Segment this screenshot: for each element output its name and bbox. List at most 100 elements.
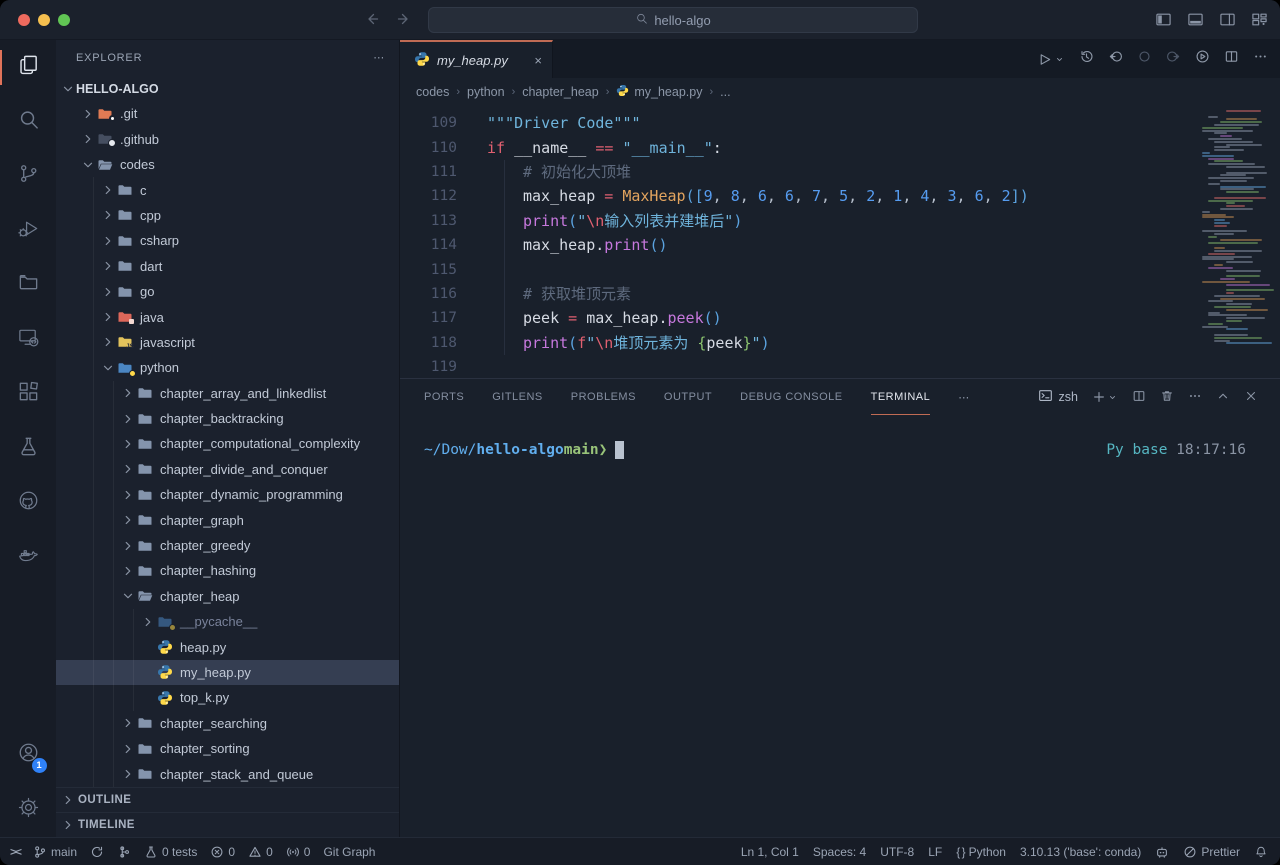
layout-customize-icon[interactable] bbox=[1251, 11, 1268, 33]
layout-panel-icon[interactable] bbox=[1187, 11, 1204, 33]
tree-item-chapter_sorting[interactable]: chapter_sorting bbox=[56, 736, 399, 761]
status-item-prettier[interactable]: Prettier bbox=[1183, 845, 1240, 859]
split-icon[interactable] bbox=[1224, 49, 1239, 69]
activity-remote-explorer[interactable] bbox=[0, 313, 56, 368]
activity-settings[interactable] bbox=[0, 783, 56, 838]
status-item-tests[interactable]: 0 tests bbox=[144, 845, 197, 859]
code-editor[interactable]: 109"""Driver Code"""110if __name__ == "_… bbox=[400, 106, 1280, 378]
activity-run-debug[interactable] bbox=[0, 204, 56, 259]
terminal-instance[interactable]: zsh bbox=[1038, 388, 1078, 406]
activity-explorer[interactable] bbox=[0, 40, 56, 95]
status-item-copilot[interactable] bbox=[1155, 845, 1169, 859]
status-item-errors[interactable]: 0 bbox=[210, 845, 235, 859]
close-tab-icon[interactable]: × bbox=[534, 53, 542, 68]
status-item-remote[interactable]: >< bbox=[10, 845, 20, 859]
status-item-python-interpreter[interactable]: 3.10.13 ('base': conda) bbox=[1020, 845, 1141, 859]
tree-item-c[interactable]: c bbox=[56, 177, 399, 202]
maximize-panel-button[interactable] bbox=[1216, 389, 1230, 406]
tree-item-__pycache__[interactable]: __pycache__ bbox=[56, 609, 399, 634]
terminal[interactable]: ~/Dow/hello-algo main ❯Py base 18:17:16 bbox=[400, 415, 1280, 837]
tree-item-dart[interactable]: dart bbox=[56, 254, 399, 279]
forward-icon[interactable] bbox=[396, 11, 412, 32]
tree-item-chapter_searching[interactable]: chapter_searching bbox=[56, 711, 399, 736]
activity-github[interactable] bbox=[0, 476, 56, 531]
tree-item-csharp[interactable]: csharp bbox=[56, 228, 399, 253]
back-icon[interactable] bbox=[364, 11, 380, 32]
panel-more-tabs-button[interactable]: ⋯ bbox=[958, 391, 970, 404]
breadcrumb-item[interactable]: chapter_heap bbox=[522, 85, 598, 99]
tree-item-chapter_hashing[interactable]: chapter_hashing bbox=[56, 558, 399, 583]
sidebar-section-timeline[interactable]: TIMELINE bbox=[56, 812, 399, 837]
status-item-sync[interactable] bbox=[90, 845, 104, 859]
status-item-notifications[interactable] bbox=[1254, 845, 1268, 859]
explorer-more-actions-button[interactable]: ⋯ bbox=[373, 51, 385, 64]
history-icon[interactable] bbox=[1079, 49, 1094, 69]
tree-item-chapter_heap[interactable]: chapter_heap bbox=[56, 584, 399, 609]
tree-item-.git[interactable]: .git bbox=[56, 101, 399, 126]
tree-item-chapter_computational_complexity[interactable]: chapter_computational_complexity bbox=[56, 431, 399, 456]
breadcrumb-item[interactable]: codes bbox=[416, 85, 449, 99]
status-item-language-mode[interactable]: { }Python bbox=[956, 845, 1006, 859]
breadcrumb-item[interactable]: python bbox=[467, 85, 505, 99]
activity-testing[interactable] bbox=[0, 422, 56, 477]
tree-item-chapter_dynamic_programming[interactable]: chapter_dynamic_programming bbox=[56, 482, 399, 507]
tree-item-chapter_graph[interactable]: chapter_graph bbox=[56, 507, 399, 532]
status-item-encoding[interactable]: UTF-8 bbox=[880, 845, 914, 859]
circle-right-icon[interactable] bbox=[1166, 49, 1181, 69]
minimize-window-button[interactable] bbox=[38, 14, 50, 26]
tree-item-javascript[interactable]: JSjavascript bbox=[56, 330, 399, 355]
status-item-git-graph-view[interactable] bbox=[117, 845, 131, 859]
panel-tab-terminal[interactable]: TERMINAL bbox=[871, 379, 931, 415]
command-center-search[interactable]: hello-algo bbox=[428, 7, 918, 33]
circle-left-icon[interactable] bbox=[1108, 49, 1123, 69]
tree-item-chapter_backtracking[interactable]: chapter_backtracking bbox=[56, 406, 399, 431]
tree-item-top_k.py[interactable]: top_k.py bbox=[56, 685, 399, 710]
activity-search[interactable] bbox=[0, 95, 56, 150]
breadcrumb-item[interactable]: ... bbox=[720, 85, 730, 99]
ellipsis-icon[interactable] bbox=[1253, 49, 1268, 69]
close-window-button[interactable] bbox=[18, 14, 30, 26]
status-item-eol[interactable]: LF bbox=[928, 845, 942, 859]
tree-item-HELLO-ALGO[interactable]: HELLO-ALGO bbox=[56, 76, 399, 101]
layout-sidebar-right-icon[interactable] bbox=[1219, 11, 1236, 33]
tree-item-.github[interactable]: .github bbox=[56, 127, 399, 152]
status-item-cursor-position[interactable]: Ln 1, Col 1 bbox=[741, 845, 799, 859]
activity-docker[interactable] bbox=[0, 531, 56, 586]
panel-more-actions-button[interactable] bbox=[1188, 389, 1202, 406]
panel-tab-problems[interactable]: PROBLEMS bbox=[571, 379, 636, 415]
activity-source-control[interactable] bbox=[0, 149, 56, 204]
status-item-warnings[interactable]: 0 bbox=[248, 845, 273, 859]
layout-sidebar-left-icon[interactable] bbox=[1155, 11, 1172, 33]
panel-tab-ports[interactable]: PORTS bbox=[424, 379, 464, 415]
split-terminal-button[interactable] bbox=[1132, 389, 1146, 406]
status-item-feed[interactable]: 0 bbox=[286, 845, 311, 859]
tree-item-python[interactable]: python bbox=[56, 355, 399, 380]
zoom-window-button[interactable] bbox=[58, 14, 70, 26]
tree-item-chapter_array_and_linkedlist[interactable]: chapter_array_and_linkedlist bbox=[56, 381, 399, 406]
tree-item-chapter_stack_and_queue[interactable]: chapter_stack_and_queue bbox=[56, 761, 399, 786]
tree-item-chapter_divide_and_conquer[interactable]: chapter_divide_and_conquer bbox=[56, 457, 399, 482]
tree-item-java[interactable]: java bbox=[56, 304, 399, 329]
tree-item-chapter_greedy[interactable]: chapter_greedy bbox=[56, 533, 399, 558]
run-python-file-button[interactable] bbox=[1037, 52, 1065, 67]
tree-item-codes[interactable]: codes bbox=[56, 152, 399, 177]
new-terminal-button[interactable] bbox=[1092, 390, 1118, 404]
tab-my-heap[interactable]: my_heap.py × bbox=[400, 40, 553, 78]
sidebar-section-outline[interactable]: OUTLINE bbox=[56, 787, 399, 812]
status-item-branch[interactable]: main bbox=[33, 845, 77, 859]
status-item-indentation[interactable]: Spaces: 4 bbox=[813, 845, 866, 859]
tree-item-go[interactable]: go bbox=[56, 279, 399, 304]
activity-extensions[interactable] bbox=[0, 367, 56, 422]
run-below-icon[interactable] bbox=[1195, 49, 1210, 69]
tree-item-my_heap.py[interactable]: my_heap.py bbox=[56, 660, 399, 685]
status-item-git-graph[interactable]: Git Graph bbox=[323, 845, 375, 859]
close-panel-button[interactable] bbox=[1244, 389, 1258, 406]
tree-item-cpp[interactable]: cpp bbox=[56, 203, 399, 228]
activity-project-manager[interactable] bbox=[0, 258, 56, 313]
tree-item-heap.py[interactable]: heap.py bbox=[56, 634, 399, 659]
panel-tab-gitlens[interactable]: GITLENS bbox=[492, 379, 543, 415]
breadcrumb-item[interactable]: my_heap.py bbox=[616, 84, 702, 100]
panel-tab-output[interactable]: OUTPUT bbox=[664, 379, 712, 415]
kill-terminal-button[interactable] bbox=[1160, 389, 1174, 406]
activity-accounts[interactable]: 1 bbox=[0, 728, 56, 783]
